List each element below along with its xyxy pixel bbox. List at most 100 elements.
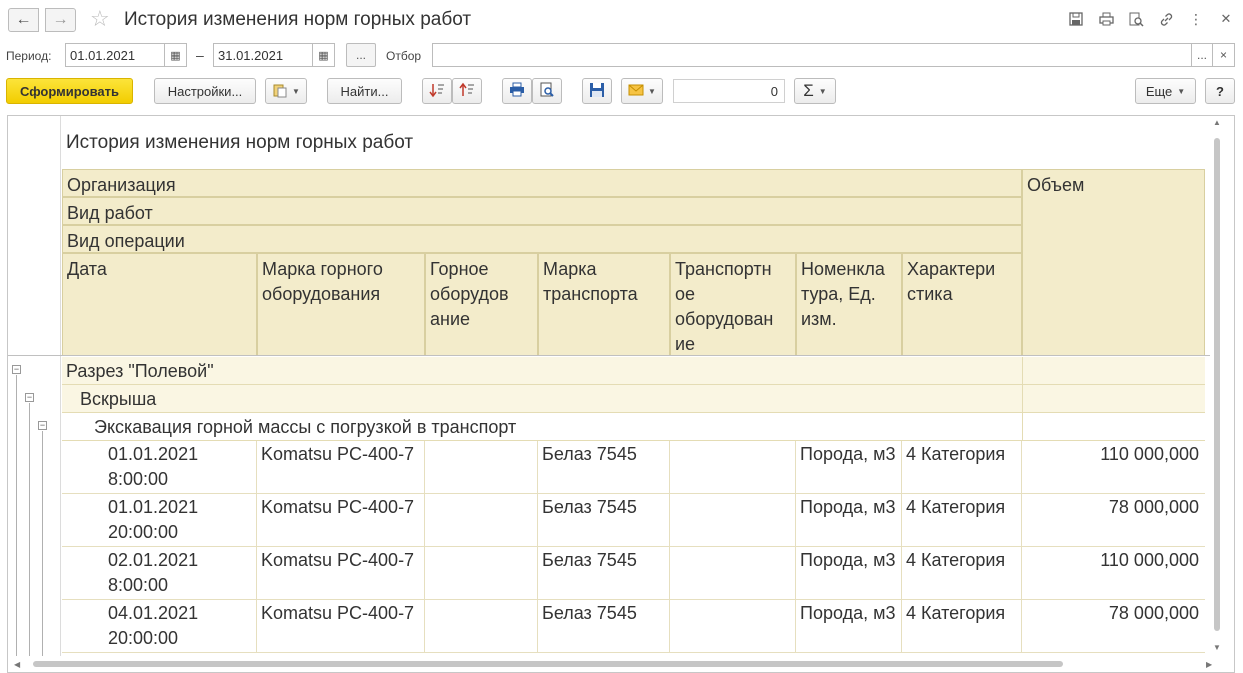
cell-transport[interactable] bbox=[670, 441, 796, 494]
printer-icon bbox=[509, 82, 525, 100]
horizontal-scrollbar[interactable]: ◀ ▶ bbox=[8, 656, 1223, 672]
header-operation: Вид операции bbox=[62, 225, 1022, 253]
header-nomenclature: Номенкла тура, Ед. изм. bbox=[796, 253, 902, 356]
cell-equipment[interactable] bbox=[425, 547, 538, 600]
back-button[interactable]: ← bbox=[8, 8, 39, 32]
cell-equipment[interactable] bbox=[425, 441, 538, 494]
cell-transport-mark[interactable]: Белаз 7545 bbox=[538, 494, 670, 547]
close-icon[interactable]: ✕ bbox=[1217, 10, 1235, 28]
header-org: Организация bbox=[62, 169, 1022, 197]
cell-characteristic[interactable]: 4 Категория bbox=[902, 547, 1022, 600]
dropdown-arrow-icon: ▼ bbox=[818, 86, 827, 96]
help-button[interactable]: ? bbox=[1205, 78, 1235, 104]
print-button[interactable] bbox=[502, 78, 532, 104]
cell-characteristic[interactable]: 4 Категория bbox=[902, 600, 1022, 653]
sum-field[interactable]: 0 bbox=[673, 79, 785, 103]
header-volume: Объем bbox=[1022, 169, 1205, 356]
preview-icon[interactable] bbox=[1127, 10, 1145, 28]
cell-equipment-mark[interactable]: Komatsu PC-400-7 bbox=[257, 441, 425, 494]
cell-nomenclature[interactable]: Порода, м3 bbox=[796, 600, 902, 653]
cell-transport[interactable] bbox=[670, 494, 796, 547]
scroll-left-icon[interactable]: ◀ bbox=[14, 660, 20, 669]
forward-button[interactable]: → bbox=[45, 8, 76, 32]
scroll-right-icon[interactable]: ▶ bbox=[1206, 660, 1212, 669]
more-label: Еще bbox=[1145, 83, 1173, 99]
cell-transport-mark[interactable]: Белаз 7545 bbox=[538, 547, 670, 600]
cell-nomenclature[interactable]: Порода, м3 bbox=[796, 494, 902, 547]
group-row-work[interactable]: Вскрыша bbox=[62, 385, 1022, 413]
cell-transport-mark[interactable]: Белаз 7545 bbox=[538, 441, 670, 494]
cell-volume[interactable]: 78 000,000 bbox=[1022, 494, 1205, 547]
sort-asc-button[interactable] bbox=[452, 78, 482, 104]
kebab-icon[interactable]: ⋮ bbox=[1187, 10, 1205, 28]
envelope-icon bbox=[628, 84, 644, 99]
sigma-icon: Σ bbox=[803, 81, 814, 100]
cell-transport[interactable] bbox=[670, 600, 796, 653]
cell-transport[interactable] bbox=[670, 547, 796, 600]
period-select-button[interactable]: ... bbox=[346, 43, 376, 67]
cell-nomenclature[interactable]: Порода, м3 bbox=[796, 441, 902, 494]
filter-clear-button[interactable]: × bbox=[1213, 43, 1235, 67]
generate-button[interactable]: Сформировать bbox=[6, 78, 133, 104]
floppy-icon[interactable] bbox=[1067, 10, 1085, 28]
preview-button[interactable] bbox=[532, 78, 562, 104]
horizontal-scroll-thumb[interactable] bbox=[33, 661, 1063, 667]
cell-equipment-mark[interactable]: Komatsu PC-400-7 bbox=[257, 494, 425, 547]
collapse-operation-icon[interactable]: − bbox=[38, 421, 47, 430]
scroll-down-icon[interactable]: ▼ bbox=[1213, 643, 1221, 652]
report-spreadsheet[interactable]: История изменения норм горных работ Орга… bbox=[7, 115, 1235, 673]
cell-date[interactable]: 02.01.2021 8:00:00 bbox=[62, 547, 257, 600]
preview-icon bbox=[539, 82, 555, 101]
period-to-field[interactable]: 31.01.2021 bbox=[213, 43, 313, 67]
header-date: Дата bbox=[62, 253, 257, 356]
more-button[interactable]: Еще ▼ bbox=[1135, 78, 1196, 104]
filter-field[interactable] bbox=[432, 43, 1192, 67]
arrow-right-icon: → bbox=[52, 11, 69, 28]
variant-button[interactable]: ▼ bbox=[265, 78, 307, 104]
cell-characteristic[interactable]: 4 Категория bbox=[902, 494, 1022, 547]
vertical-scroll-thumb[interactable] bbox=[1214, 138, 1220, 631]
header-transport: Транспортн ое оборудован ие bbox=[670, 253, 796, 356]
sort-desc-button[interactable] bbox=[422, 78, 452, 104]
header-transport-mark: Марка транспорта bbox=[538, 253, 670, 356]
period-from-field[interactable]: 01.01.2021 bbox=[65, 43, 165, 67]
cell-equipment-mark[interactable]: Komatsu PC-400-7 bbox=[257, 547, 425, 600]
group-row-operation[interactable]: Экскавация горной массы с погрузкой в тр… bbox=[62, 413, 1022, 441]
cell-date[interactable]: 01.01.2021 8:00:00 bbox=[62, 441, 257, 494]
settings-button[interactable]: Настройки... bbox=[154, 78, 256, 104]
save-button[interactable] bbox=[582, 78, 612, 104]
find-button[interactable]: Найти... bbox=[327, 78, 402, 104]
printer-icon[interactable] bbox=[1097, 10, 1115, 28]
period-label: Период: bbox=[6, 49, 52, 63]
star-icon[interactable]: ☆ bbox=[90, 7, 110, 31]
cell-date[interactable]: 01.01.2021 20:00:00 bbox=[62, 494, 257, 547]
cell-equipment[interactable] bbox=[425, 600, 538, 653]
cell-characteristic[interactable]: 4 Категория bbox=[902, 441, 1022, 494]
command-bar: Сформировать Настройки... ▼ Найти... ▼ 0… bbox=[0, 78, 1243, 104]
sum-button[interactable]: Σ ▼ bbox=[794, 78, 836, 104]
scroll-up-icon[interactable]: ▲ bbox=[1213, 118, 1221, 127]
cell-volume[interactable]: 110 000,000 bbox=[1022, 441, 1205, 494]
calendar-to-icon[interactable]: ▦ bbox=[313, 43, 335, 67]
filter-select-button[interactable]: ... bbox=[1192, 43, 1213, 67]
link-icon[interactable] bbox=[1157, 10, 1175, 28]
group-row-org[interactable]: Разрез "Полевой" bbox=[62, 357, 1022, 385]
dropdown-arrow-icon: ▼ bbox=[292, 86, 300, 96]
collapse-work-icon[interactable]: − bbox=[25, 393, 34, 402]
filter-label: Отбор bbox=[386, 49, 422, 63]
period-row: Период: 01.01.2021 ▦ – 31.01.2021 ▦ ... … bbox=[0, 43, 1243, 69]
cell-volume[interactable]: 78 000,000 bbox=[1022, 600, 1205, 653]
cell-volume[interactable]: 110 000,000 bbox=[1022, 547, 1205, 600]
sort-ascending-icon bbox=[459, 82, 475, 101]
cell-equipment[interactable] bbox=[425, 494, 538, 547]
collapse-org-icon[interactable]: − bbox=[12, 365, 21, 374]
period-dash: – bbox=[196, 47, 204, 63]
calendar-from-icon[interactable]: ▦ bbox=[165, 43, 187, 67]
vertical-scrollbar[interactable]: ▲ ▼ bbox=[1210, 116, 1223, 656]
cell-nomenclature[interactable]: Порода, м3 bbox=[796, 547, 902, 600]
cell-date[interactable]: 04.01.2021 20:00:00 bbox=[62, 600, 257, 653]
cell-equipment-mark[interactable]: Komatsu PC-400-7 bbox=[257, 600, 425, 653]
cell-transport-mark[interactable]: Белаз 7545 bbox=[538, 600, 670, 653]
sort-descending-icon bbox=[429, 82, 445, 101]
send-email-button[interactable]: ▼ bbox=[621, 78, 663, 104]
